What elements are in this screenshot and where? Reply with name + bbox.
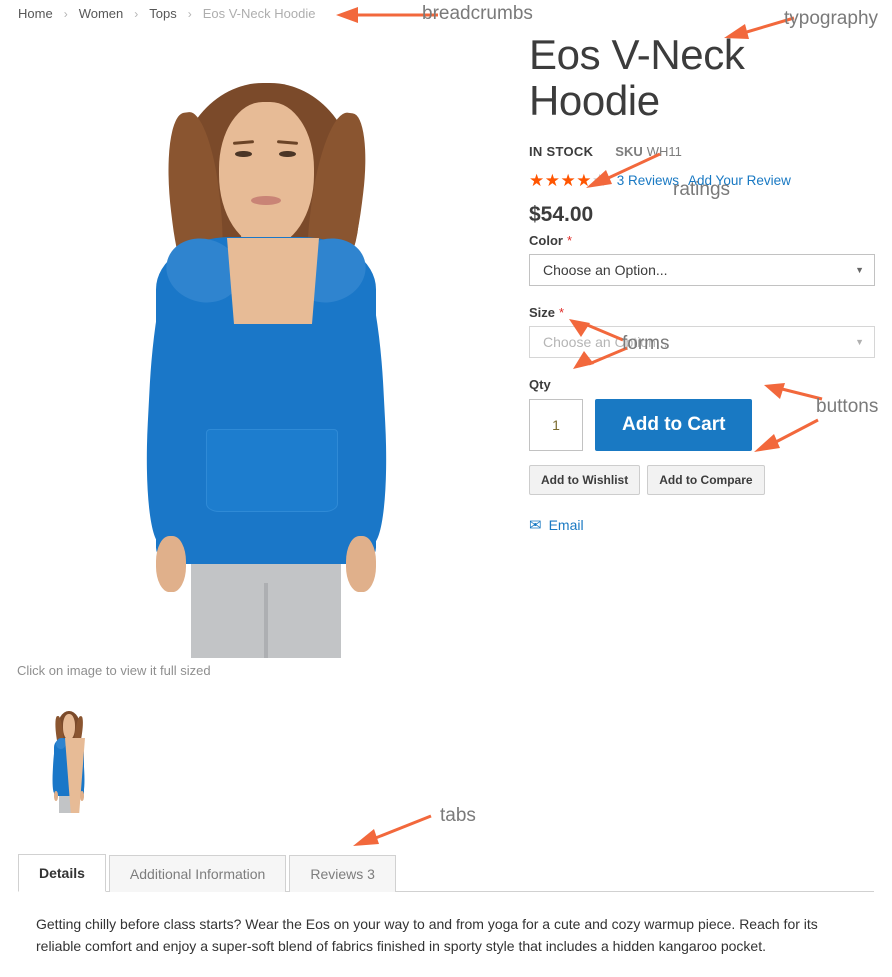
- breadcrumb-separator-icon: ›: [63, 6, 68, 21]
- reviews-count-link[interactable]: 3 Reviews: [617, 173, 679, 188]
- breadcrumb-separator-icon: ›: [134, 6, 139, 21]
- chevron-down-icon: ▼: [855, 337, 864, 348]
- annotation-label-ratings: ratings: [673, 179, 731, 200]
- breadcrumb-item-women[interactable]: Women: [79, 6, 124, 21]
- email-link[interactable]: Email: [549, 517, 584, 533]
- sku: SKU WH11: [615, 144, 682, 159]
- breadcrumb-separator-icon: ›: [187, 6, 192, 21]
- annotation-label-breadcrumbs: breadcrumbs: [422, 3, 533, 24]
- color-select[interactable]: Choose an Option... ▼: [529, 254, 875, 287]
- size-select[interactable]: Choose an Option... ▼: [529, 326, 875, 359]
- star-empty-icon: ★: [592, 171, 608, 191]
- annotation-label-forms: forms: [622, 333, 670, 354]
- add-to-wishlist-button[interactable]: Add to Wishlist: [529, 465, 641, 496]
- details-paragraph: Getting chilly before class starts? Wear…: [36, 916, 818, 954]
- breadcrumb: Home › Women › Tops › Eos V-Neck Hoodie: [18, 6, 315, 21]
- chevron-down-icon: ▼: [855, 265, 864, 276]
- color-label: Color *: [529, 233, 573, 249]
- required-marker: *: [566, 233, 573, 249]
- secondary-actions: Add to Wishlist Add to Compare: [529, 465, 877, 496]
- star-filled-icon: ★: [576, 171, 592, 191]
- status-badge: IN STOCK: [529, 144, 594, 160]
- sku-value: WH11: [646, 144, 682, 160]
- thumbnail-illustration: [36, 701, 102, 813]
- quantity-input[interactable]: [529, 399, 583, 452]
- tab-panel-details: Getting chilly before class starts? Wear…: [18, 892, 874, 977]
- details-bullet-list: Semi-fitted.: [36, 971, 856, 977]
- envelope-icon: ✉: [529, 516, 542, 534]
- product-main-image[interactable]: [16, 30, 516, 658]
- star-filled-icon: ★: [560, 171, 577, 191]
- tab-additional-information[interactable]: Additional Information: [108, 855, 287, 892]
- sku-label: SKU: [615, 144, 643, 160]
- annotation-label-tabs: tabs: [440, 805, 476, 826]
- annotation-arrow-tabs: [353, 814, 432, 846]
- product-gallery: [16, 30, 516, 658]
- size-label: Size *: [529, 305, 565, 321]
- model-illustration: [16, 30, 516, 658]
- tab-details[interactable]: Details: [18, 854, 106, 892]
- breadcrumb-item-home[interactable]: Home: [18, 6, 53, 21]
- color-select-value: Choose an Option...: [543, 262, 668, 279]
- product-page: Home › Women › Tops › Eos V-Neck Hoodie: [0, 0, 892, 977]
- product-thumbnail[interactable]: [35, 700, 103, 814]
- breadcrumb-item-current: Eos V-Neck Hoodie: [202, 6, 316, 21]
- rating-stars: ★★★★★: [529, 172, 608, 189]
- breadcrumb-item-tops[interactable]: Tops: [149, 6, 176, 21]
- gallery-caption: Click on image to view it full sized: [17, 663, 211, 678]
- annotation-label-buttons: buttons: [816, 396, 879, 417]
- add-to-compare-button[interactable]: Add to Compare: [647, 465, 765, 496]
- page-title: Eos V-Neck Hoodie: [529, 31, 745, 125]
- add-to-cart-button[interactable]: Add to Cart: [595, 399, 753, 452]
- product-info: Eos V-Neck Hoodie IN STOCK SKU WH11 ★★★★★…: [529, 31, 877, 533]
- email-row: ✉ Email: [529, 517, 877, 533]
- tab-strip: Details Additional Information Reviews 3: [18, 853, 874, 892]
- product-price: $54.00: [529, 203, 594, 227]
- tab-reviews[interactable]: Reviews 3: [289, 855, 396, 892]
- annotation-label-typography: typography: [784, 8, 879, 29]
- star-filled-icon: ★: [529, 171, 545, 191]
- qty-label: Qty: [529, 377, 551, 393]
- star-filled-icon: ★: [544, 171, 561, 191]
- product-tabs: Details Additional Information Reviews 3…: [18, 853, 874, 977]
- availability-row: IN STOCK SKU WH11: [529, 144, 877, 159]
- required-marker: *: [559, 305, 565, 321]
- list-item: Semi-fitted.: [74, 971, 856, 977]
